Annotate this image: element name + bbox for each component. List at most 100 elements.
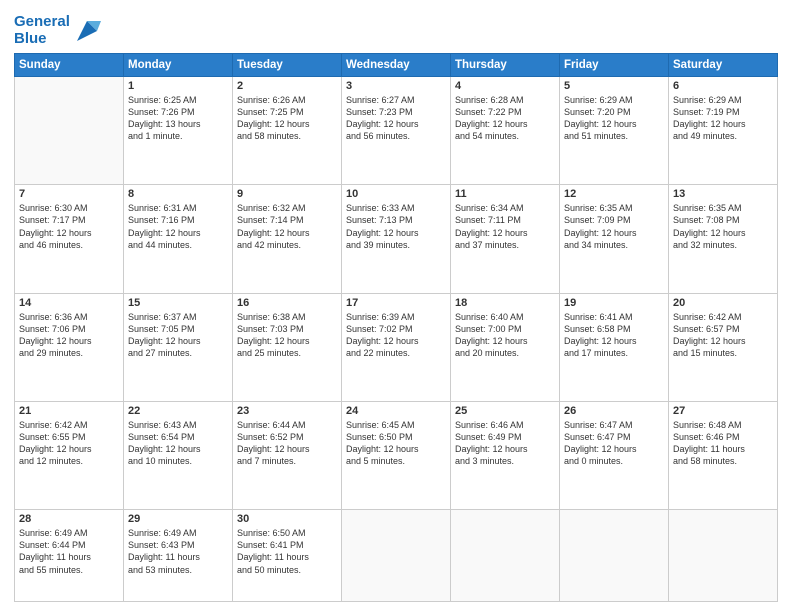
day-number: 22 xyxy=(128,405,228,417)
day-number: 19 xyxy=(564,297,664,309)
weekday-header-wednesday: Wednesday xyxy=(342,54,451,77)
weekday-header-friday: Friday xyxy=(560,54,669,77)
day-number: 3 xyxy=(346,80,446,92)
day-number: 5 xyxy=(564,80,664,92)
cell-text: Sunrise: 6:39 AM Sunset: 7:02 PM Dayligh… xyxy=(346,311,446,360)
calendar-cell: 22 Sunrise: 6:43 AM Sunset: 6:54 PM Dayli… xyxy=(124,401,233,509)
calendar-cell xyxy=(451,510,560,602)
week-row-3: 14 Sunrise: 6:36 AM Sunset: 7:06 PM Dayli… xyxy=(15,293,778,401)
cell-text: Sunrise: 6:27 AM Sunset: 7:23 PM Dayligh… xyxy=(346,94,446,143)
cell-text: Sunrise: 6:31 AM Sunset: 7:16 PM Dayligh… xyxy=(128,202,228,251)
calendar-cell xyxy=(669,510,778,602)
day-number: 23 xyxy=(237,405,337,417)
calendar-cell: 5 Sunrise: 6:29 AM Sunset: 7:20 PM Daylig… xyxy=(560,77,669,185)
cell-text: Sunrise: 6:38 AM Sunset: 7:03 PM Dayligh… xyxy=(237,311,337,360)
week-row-4: 21 Sunrise: 6:42 AM Sunset: 6:55 PM Dayli… xyxy=(15,401,778,509)
cell-text: Sunrise: 6:37 AM Sunset: 7:05 PM Dayligh… xyxy=(128,311,228,360)
calendar-cell: 25 Sunrise: 6:46 AM Sunset: 6:49 PM Dayli… xyxy=(451,401,560,509)
cell-text: Sunrise: 6:36 AM Sunset: 7:06 PM Dayligh… xyxy=(19,311,119,360)
cell-text: Sunrise: 6:49 AM Sunset: 6:44 PM Dayligh… xyxy=(19,527,119,576)
calendar-cell: 19 Sunrise: 6:41 AM Sunset: 6:58 PM Dayli… xyxy=(560,293,669,401)
calendar-cell: 20 Sunrise: 6:42 AM Sunset: 6:57 PM Dayli… xyxy=(669,293,778,401)
day-number: 29 xyxy=(128,513,228,525)
weekday-header-tuesday: Tuesday xyxy=(233,54,342,77)
calendar-cell: 12Sunrise: 6:35 AM Sunset: 7:09 PM Dayli… xyxy=(560,185,669,293)
day-number: 25 xyxy=(455,405,555,417)
weekday-header-thursday: Thursday xyxy=(451,54,560,77)
calendar-cell: 1 Sunrise: 6:25 AM Sunset: 7:26 PM Daylig… xyxy=(124,77,233,185)
day-number: 28 xyxy=(19,513,119,525)
day-number: 10 xyxy=(346,188,446,200)
cell-text: Sunrise: 6:34 AM Sunset: 7:11 PM Dayligh… xyxy=(455,202,555,251)
logo-text: General Blue xyxy=(14,14,70,47)
cell-text: Sunrise: 6:29 AM Sunset: 7:19 PM Dayligh… xyxy=(673,94,773,143)
calendar-cell: 4 Sunrise: 6:28 AM Sunset: 7:22 PM Daylig… xyxy=(451,77,560,185)
weekday-header-row: SundayMondayTuesdayWednesdayThursdayFrid… xyxy=(15,54,778,77)
day-number: 15 xyxy=(128,297,228,309)
cell-text: Sunrise: 6:42 AM Sunset: 6:55 PM Dayligh… xyxy=(19,419,119,468)
calendar-cell: 16 Sunrise: 6:38 AM Sunset: 7:03 PM Dayli… xyxy=(233,293,342,401)
cell-text: Sunrise: 6:28 AM Sunset: 7:22 PM Dayligh… xyxy=(455,94,555,143)
logo-icon xyxy=(73,17,101,45)
day-number: 18 xyxy=(455,297,555,309)
logo: General Blue xyxy=(14,14,101,47)
day-number: 8 xyxy=(128,188,228,200)
day-number: 27 xyxy=(673,405,773,417)
day-number: 16 xyxy=(237,297,337,309)
cell-text: Sunrise: 6:40 AM Sunset: 7:00 PM Dayligh… xyxy=(455,311,555,360)
calendar-cell: 8 Sunrise: 6:31 AM Sunset: 7:16 PM Daylig… xyxy=(124,185,233,293)
calendar-cell: 15 Sunrise: 6:37 AM Sunset: 7:05 PM Dayli… xyxy=(124,293,233,401)
cell-text: Sunrise: 6:42 AM Sunset: 6:57 PM Dayligh… xyxy=(673,311,773,360)
day-number: 21 xyxy=(19,405,119,417)
calendar-cell: 7Sunrise: 6:30 AM Sunset: 7:17 PM Daylig… xyxy=(15,185,124,293)
calendar-cell: 17 Sunrise: 6:39 AM Sunset: 7:02 PM Dayli… xyxy=(342,293,451,401)
calendar-cell xyxy=(15,77,124,185)
cell-text: Sunrise: 6:26 AM Sunset: 7:25 PM Dayligh… xyxy=(237,94,337,143)
calendar-cell: 6 Sunrise: 6:29 AM Sunset: 7:19 PM Daylig… xyxy=(669,77,778,185)
calendar-cell: 21 Sunrise: 6:42 AM Sunset: 6:55 PM Dayli… xyxy=(15,401,124,509)
day-number: 1 xyxy=(128,80,228,92)
cell-text: Sunrise: 6:46 AM Sunset: 6:49 PM Dayligh… xyxy=(455,419,555,468)
calendar-cell: 24 Sunrise: 6:45 AM Sunset: 6:50 PM Dayli… xyxy=(342,401,451,509)
day-number: 14 xyxy=(19,297,119,309)
weekday-header-monday: Monday xyxy=(124,54,233,77)
week-row-1: 1 Sunrise: 6:25 AM Sunset: 7:26 PM Daylig… xyxy=(15,77,778,185)
cell-text: Sunrise: 6:44 AM Sunset: 6:52 PM Dayligh… xyxy=(237,419,337,468)
cell-text: Sunrise: 6:25 AM Sunset: 7:26 PM Dayligh… xyxy=(128,94,228,143)
cell-text: Sunrise: 6:32 AM Sunset: 7:14 PM Dayligh… xyxy=(237,202,337,251)
cell-text: Sunrise: 6:35 AM Sunset: 7:08 PM Dayligh… xyxy=(673,202,773,251)
calendar-cell: 14 Sunrise: 6:36 AM Sunset: 7:06 PM Dayli… xyxy=(15,293,124,401)
cell-text: Sunrise: 6:43 AM Sunset: 6:54 PM Dayligh… xyxy=(128,419,228,468)
header: General Blue xyxy=(14,10,778,47)
cell-text: Sunrise: 6:41 AM Sunset: 6:58 PM Dayligh… xyxy=(564,311,664,360)
cell-text: Sunrise: 6:35 AM Sunset: 7:09 PM Dayligh… xyxy=(564,202,664,251)
cell-text: Sunrise: 6:48 AM Sunset: 6:46 PM Dayligh… xyxy=(673,419,773,468)
calendar-cell: 11 Sunrise: 6:34 AM Sunset: 7:11 PM Dayli… xyxy=(451,185,560,293)
weekday-header-saturday: Saturday xyxy=(669,54,778,77)
calendar-cell: 28 Sunrise: 6:49 AM Sunset: 6:44 PM Dayli… xyxy=(15,510,124,602)
cell-text: Sunrise: 6:29 AM Sunset: 7:20 PM Dayligh… xyxy=(564,94,664,143)
day-number: 7 xyxy=(19,188,119,200)
cell-text: Sunrise: 6:47 AM Sunset: 6:47 PM Dayligh… xyxy=(564,419,664,468)
calendar-cell: 13 Sunrise: 6:35 AM Sunset: 7:08 PM Dayli… xyxy=(669,185,778,293)
cell-text: Sunrise: 6:33 AM Sunset: 7:13 PM Dayligh… xyxy=(346,202,446,251)
calendar-cell xyxy=(342,510,451,602)
day-number: 13 xyxy=(673,188,773,200)
day-number: 6 xyxy=(673,80,773,92)
calendar-cell: 26Sunrise: 6:47 AM Sunset: 6:47 PM Dayli… xyxy=(560,401,669,509)
cell-text: Sunrise: 6:50 AM Sunset: 6:41 PM Dayligh… xyxy=(237,527,337,576)
day-number: 20 xyxy=(673,297,773,309)
day-number: 11 xyxy=(455,188,555,200)
day-number: 4 xyxy=(455,80,555,92)
cell-text: Sunrise: 6:45 AM Sunset: 6:50 PM Dayligh… xyxy=(346,419,446,468)
calendar-cell: 9 Sunrise: 6:32 AM Sunset: 7:14 PM Daylig… xyxy=(233,185,342,293)
day-number: 30 xyxy=(237,513,337,525)
day-number: 9 xyxy=(237,188,337,200)
weekday-header-sunday: Sunday xyxy=(15,54,124,77)
day-number: 17 xyxy=(346,297,446,309)
calendar-cell xyxy=(560,510,669,602)
day-number: 24 xyxy=(346,405,446,417)
calendar-cell: 27 Sunrise: 6:48 AM Sunset: 6:46 PM Dayli… xyxy=(669,401,778,509)
day-number: 2 xyxy=(237,80,337,92)
calendar-cell: 3 Sunrise: 6:27 AM Sunset: 7:23 PM Daylig… xyxy=(342,77,451,185)
